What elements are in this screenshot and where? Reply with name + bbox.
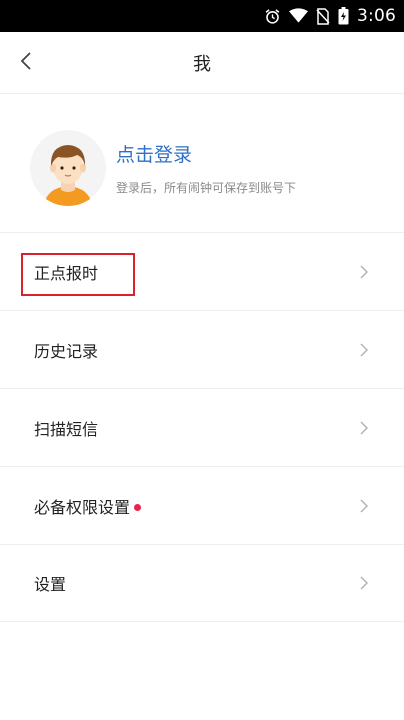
menu-item-label: 必备权限设置: [34, 494, 142, 518]
status-bar: 3:06: [0, 0, 404, 32]
chevron-left-icon: [20, 51, 32, 75]
menu-item-scan-sms[interactable]: 扫描短信: [0, 388, 404, 466]
menu-item-label-text: 必备权限设置: [34, 497, 131, 517]
menu-item-history[interactable]: 历史记录: [0, 310, 404, 388]
no-sim-icon: [316, 7, 330, 25]
login-hint: 登录后，所有闹钟可保存到账号下: [116, 181, 297, 195]
menu-item-label: 设置: [34, 575, 67, 594]
menu-item-settings[interactable]: 设置: [0, 544, 404, 622]
alarm-icon: [264, 7, 281, 25]
menu-item-label: 历史记录: [34, 341, 99, 361]
chevron-right-icon: [358, 342, 370, 358]
red-dot-badge: [134, 503, 142, 511]
chevron-right-icon: [358, 498, 370, 514]
wifi-icon: [289, 7, 309, 25]
page-title: 我: [193, 53, 211, 75]
battery-icon: [338, 7, 349, 25]
menu-list: 正点报时 历史记录 扫描短信 必备权限设置 设置: [0, 232, 404, 622]
menu-item-hourly-chime[interactable]: 正点报时: [0, 232, 404, 310]
login-link[interactable]: 点击登录: [116, 140, 296, 167]
menu-item-label: 正点报时: [34, 263, 99, 283]
menu-item-permissions[interactable]: 必备权限设置: [0, 466, 404, 544]
chevron-right-icon: [358, 420, 370, 436]
chevron-right-icon: [358, 264, 370, 280]
back-button[interactable]: [12, 48, 40, 78]
avatar-boy-icon[interactable]: [30, 130, 106, 206]
profile-section[interactable]: 点击登录 登录后，所有闹钟可保存到账号下: [0, 108, 404, 228]
status-time: 3:06: [357, 6, 396, 26]
menu-item-label: 扫描短信: [34, 419, 99, 439]
header: 我: [0, 32, 404, 94]
chevron-right-icon: [358, 575, 370, 591]
